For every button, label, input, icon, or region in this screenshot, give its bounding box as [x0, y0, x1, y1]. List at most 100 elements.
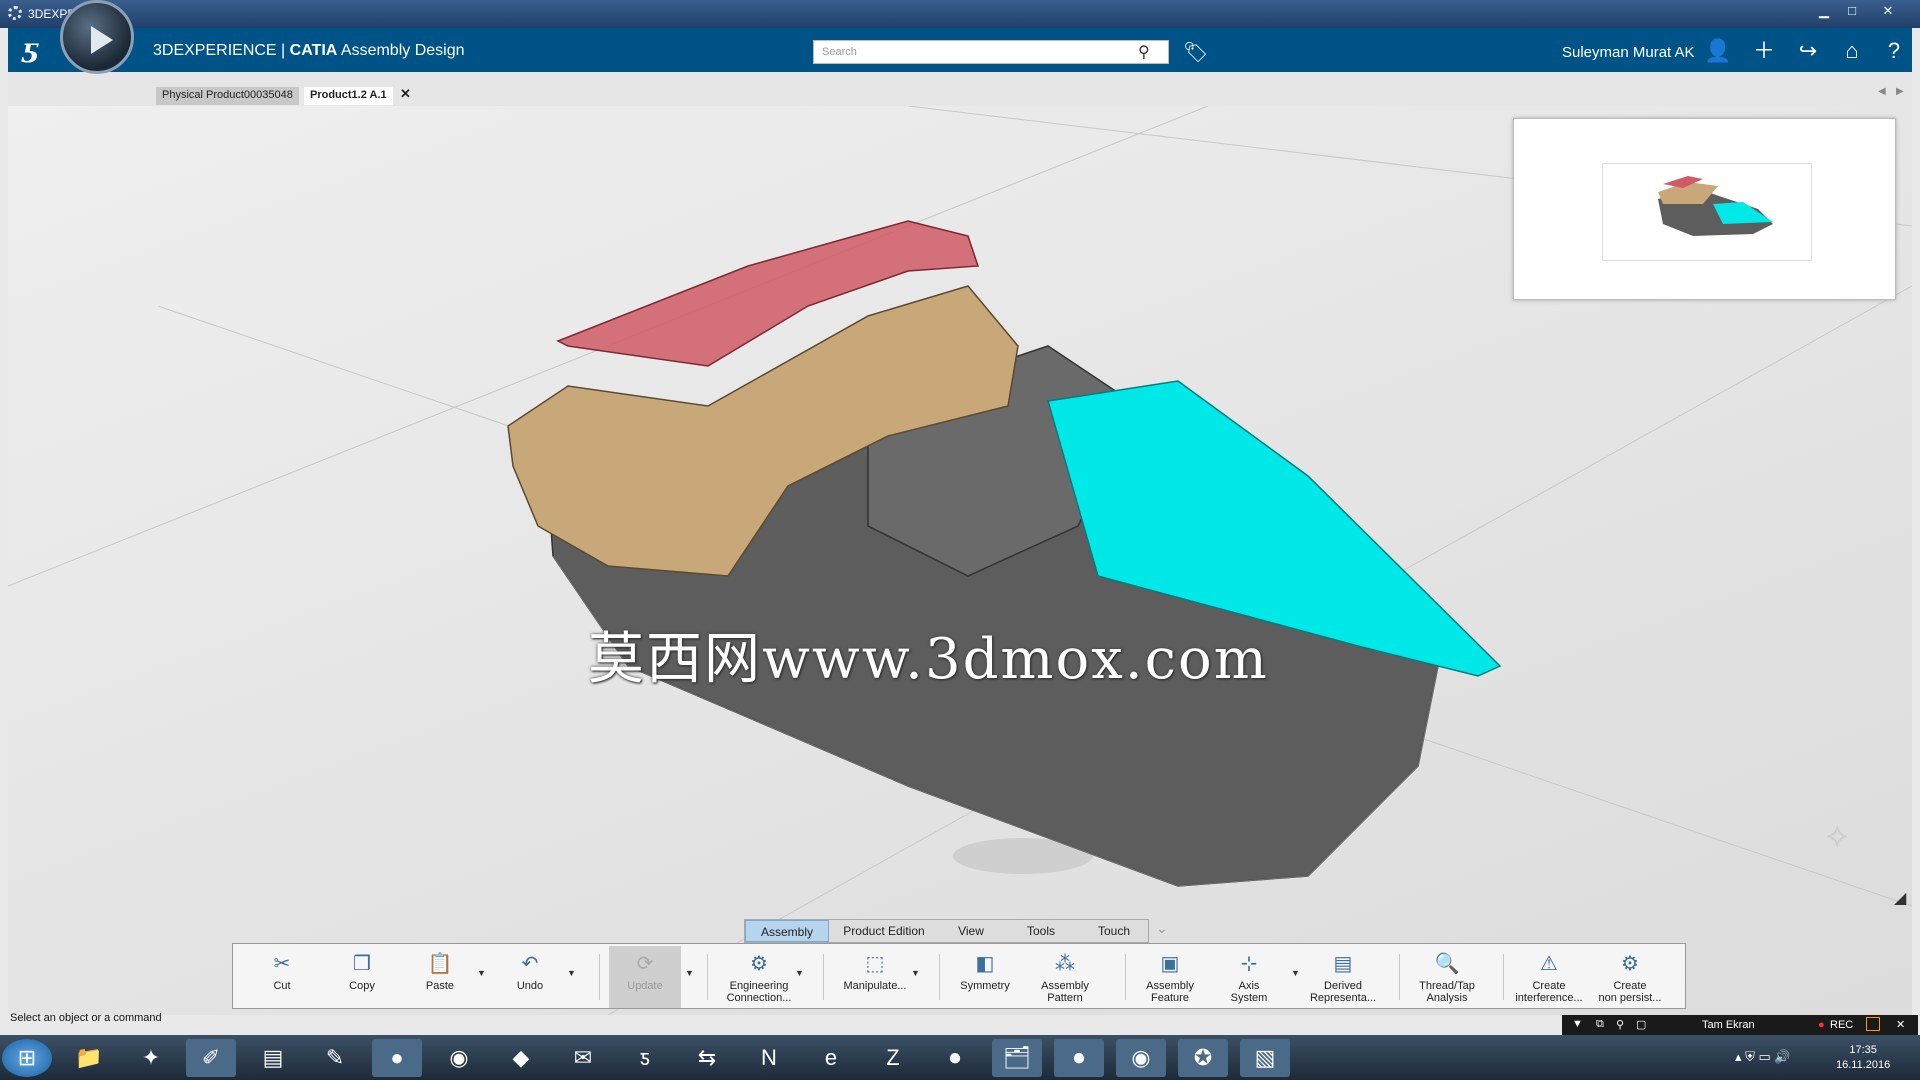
thread-tap-analysis-button[interactable]: 🔍 Thread/Tap Analysis [1409, 946, 1485, 1008]
taskbar-clock[interactable]: 17:35 16.11.2016 [1836, 1043, 1890, 1073]
taskbar-record-icon[interactable]: ⏺ [930, 1039, 980, 1077]
create-interference-button[interactable]: ⚠ Create interference... [1511, 946, 1587, 1008]
taskbar-compass-icon[interactable]: ✪ [1178, 1039, 1228, 1077]
engineering-connection-dropdown-icon[interactable]: ▼ [795, 968, 804, 978]
manipulate-dropdown-icon[interactable]: ▼ [911, 968, 920, 978]
engineering-connection-button[interactable]: ⚙ Engineering Connection... [717, 946, 801, 1008]
taskbar-folder-icon[interactable]: 📁 [64, 1039, 114, 1077]
separator [823, 954, 824, 1000]
separator [1125, 954, 1126, 1000]
taskbar-chrome-icon[interactable]: ◉ [434, 1039, 484, 1077]
copy-icon: ❐ [353, 953, 371, 975]
manipulate-icon: ⬚ [865, 953, 885, 975]
axis-system-button[interactable]: ⊹ Axis System [1219, 946, 1279, 1008]
tab-scroll-left-icon[interactable]: ◀ [1878, 86, 1886, 97]
taskbar-record2-icon[interactable]: ⏺ [1054, 1039, 1104, 1077]
watermark-text: 莫西网www.3dmox.com [588, 627, 1269, 692]
separator [599, 954, 600, 1000]
clock-time: 17:35 [1849, 1044, 1877, 1056]
paste-dropdown-icon[interactable]: ▼ [477, 968, 486, 978]
axis-system-dropdown-icon[interactable]: ▼ [1291, 968, 1300, 978]
update-dropdown-icon[interactable]: ▼ [685, 968, 694, 978]
tab-product-active[interactable]: Product1.2 A.1 [304, 87, 393, 105]
resize-arrow-icon[interactable]: ◢ [1894, 888, 1906, 908]
app-header: ƽ 3DEXPERIENCE | CATIA Assembly Design S… [8, 28, 1912, 72]
undo-dropdown-icon[interactable]: ▼ [567, 968, 576, 978]
tab-product-edition[interactable]: Product Edition [831, 920, 937, 942]
assembly-feature-icon: ▣ [1160, 953, 1180, 975]
expand-tabs-chevron-icon[interactable]: ⌄ [1156, 920, 1168, 937]
action-bar: ✂ Cut ❐ Copy 📋 Paste ▼ ↶ Undo ▼ ⟳ Update ▼ ⚙ E… [232, 943, 1686, 1009]
taskbar-z-icon[interactable]: Z [868, 1039, 918, 1077]
product-label: CATIA [289, 42, 338, 59]
manipulate-button[interactable]: ⬚ Manipulate... [833, 946, 917, 1008]
robot-navigator-icon[interactable]: ⟡ [1826, 816, 1848, 855]
play-icon [91, 26, 113, 54]
taskbar-chrome2-icon[interactable]: ◉ [1116, 1039, 1166, 1077]
taskbar-red-app-icon[interactable]: ◆ [496, 1039, 546, 1077]
recorder-region-icon[interactable]: ▢ [1636, 1018, 1646, 1031]
undo-button[interactable]: ↶ Undo [505, 946, 555, 1008]
tab-view[interactable]: View [939, 920, 1003, 942]
tab-assembly[interactable]: Assembly [745, 920, 829, 942]
compass-play-button[interactable] [60, 0, 134, 74]
taskbar-catia-icon[interactable]: ✦ [126, 1039, 176, 1077]
taskbar-recorder-icon[interactable]: ● [372, 1039, 422, 1077]
tag-icon[interactable]: 🏷 [1183, 40, 1208, 65]
symmetry-button[interactable]: ◧ Symmetry [951, 946, 1019, 1008]
taskbar-outlook-icon[interactable]: ✉ [558, 1039, 608, 1077]
add-icon[interactable]: ＋ [1750, 37, 1778, 65]
taskbar-pdf-icon[interactable]: ▤ [248, 1039, 298, 1077]
cut-button[interactable]: ✂ Cut [257, 946, 307, 1008]
update-button[interactable]: ⟳ Update [609, 946, 681, 1008]
assembly-feature-button[interactable]: ▣ Assembly Feature [1135, 946, 1205, 1008]
close-tab-icon[interactable]: ✕ [400, 86, 411, 102]
thumbnail-model [1658, 176, 1773, 236]
taskbar-teamviewer-icon[interactable]: ⇆ [682, 1039, 732, 1077]
recorder-capture-icon[interactable] [1866, 1017, 1880, 1031]
tab-scroll-right-icon[interactable]: ▶ [1896, 86, 1904, 97]
status-bar-text: Select an object or a command [10, 1012, 162, 1024]
tab-physical-product[interactable]: Physical Product00035048 [156, 87, 299, 105]
tab-tools[interactable]: Tools [1005, 920, 1077, 942]
recorder-close-icon[interactable]: ✕ [1896, 1018, 1905, 1031]
taskbar-photo-icon[interactable]: ▧ [1240, 1039, 1290, 1077]
app-title: 3DEXPERIENCE | CATIA Assembly Design [153, 42, 465, 60]
recorder-dropdown-icon[interactable]: ▼ [1572, 1018, 1583, 1030]
recorder-window-icon[interactable]: ⧉ [1596, 1018, 1604, 1031]
search-icon[interactable]: ⚲ [1138, 42, 1160, 62]
taskbar-app-icon[interactable]: ✐ [186, 1039, 236, 1077]
separator [939, 954, 940, 1000]
overview-thumbnail[interactable] [1513, 118, 1896, 300]
interference-icon: ⚠ [1540, 953, 1558, 975]
maximize-button[interactable]: □ [1840, 2, 1864, 20]
system-tray-icons[interactable]: ▴ ⛨ ▭ 🔊 [1735, 1049, 1791, 1065]
taskbar-ie-icon[interactable]: e [806, 1039, 856, 1077]
minimize-button[interactable]: ▁ [1812, 2, 1836, 20]
assembly-pattern-button[interactable]: ⁂ Assembly Pattern [1029, 946, 1101, 1008]
recorder-mode-label: Tam Ekran [1702, 1019, 1755, 1031]
taskbar-explorer-icon[interactable]: 🗂 [992, 1039, 1042, 1077]
home-icon[interactable]: ⌂ [1838, 37, 1866, 65]
derived-representation-button[interactable]: ▤ Derived Representa... [1303, 946, 1383, 1008]
recorder-zoom-icon[interactable]: ⚲ [1616, 1018, 1624, 1031]
clock-date: 16.11.2016 [1836, 1059, 1891, 1071]
search-input[interactable]: Search [813, 40, 1169, 64]
user-profile-icon[interactable]: 👤 [1704, 37, 1732, 65]
user-name[interactable]: Suleyman Murat AK [1562, 44, 1695, 61]
share-icon[interactable]: ↪ [1794, 37, 1822, 65]
tab-touch[interactable]: Touch [1079, 920, 1149, 942]
paste-button[interactable]: 📋 Paste [415, 946, 465, 1008]
taskbar-3dexperience-icon[interactable]: ƽ [620, 1039, 670, 1077]
help-icon[interactable]: ? [1880, 37, 1908, 65]
taskbar-onenote-icon[interactable]: N [744, 1039, 794, 1077]
engineering-connection-icon: ⚙ [750, 953, 768, 975]
window-titlebar: 3DEXPERIENCE ▁ □ ✕ [0, 0, 1920, 28]
start-button[interactable]: ⊞ [2, 1039, 52, 1077]
taskbar-paint-icon[interactable]: ✎ [310, 1039, 360, 1077]
app-gear-icon [8, 6, 22, 20]
close-window-button[interactable]: ✕ [1876, 2, 1900, 20]
copy-button[interactable]: ❐ Copy [337, 946, 387, 1008]
create-non-persist-button[interactable]: ⚙ Create non persist... [1591, 946, 1669, 1008]
axis-system-icon: ⊹ [1240, 953, 1258, 975]
